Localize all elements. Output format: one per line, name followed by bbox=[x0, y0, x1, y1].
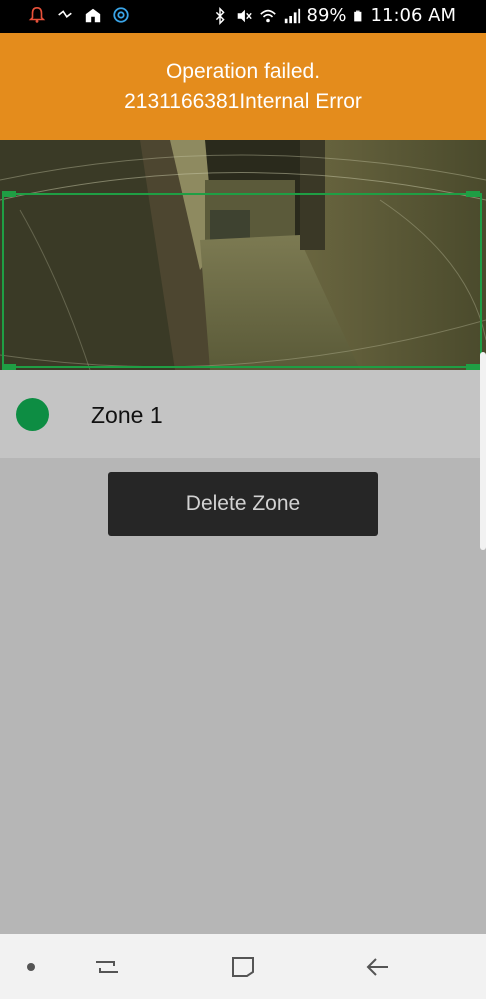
signal-icon bbox=[284, 8, 300, 23]
zone-handle-top-left[interactable] bbox=[2, 191, 16, 197]
home-button-icon[interactable] bbox=[228, 952, 258, 982]
mute-icon bbox=[237, 9, 252, 22]
sync-icon bbox=[113, 7, 129, 23]
zone-outline[interactable] bbox=[2, 193, 482, 368]
error-message: 2131166381Internal Error bbox=[124, 90, 362, 113]
bluetooth-icon bbox=[215, 6, 225, 25]
camera-preview bbox=[0, 140, 486, 370]
ifttt-icon bbox=[58, 10, 72, 18]
zone-color-dot bbox=[16, 398, 49, 431]
navigation-bar bbox=[0, 934, 486, 999]
status-bar: 89% 11:06 AM bbox=[0, 0, 486, 33]
dot-icon[interactable] bbox=[16, 952, 46, 982]
clock: 11:06 AM bbox=[370, 5, 456, 26]
error-title: Operation failed. bbox=[165, 60, 321, 83]
back-icon[interactable] bbox=[364, 952, 394, 982]
home-icon bbox=[85, 8, 101, 23]
error-banner: Operation failed. 2131166381Internal Err… bbox=[0, 33, 486, 140]
recents-icon[interactable] bbox=[92, 952, 122, 982]
scrollbar[interactable] bbox=[480, 352, 486, 550]
zone-list-item[interactable]: Zone 1 bbox=[0, 370, 486, 458]
zone-handle-top-right[interactable] bbox=[466, 191, 480, 197]
delete-zone-button[interactable]: Delete Zone bbox=[108, 472, 378, 536]
battery-percent: 89% bbox=[306, 5, 347, 26]
bell-icon bbox=[28, 6, 46, 23]
battery-icon bbox=[353, 10, 361, 21]
zone-name: Zone 1 bbox=[91, 402, 163, 428]
wifi-icon bbox=[259, 9, 276, 22]
